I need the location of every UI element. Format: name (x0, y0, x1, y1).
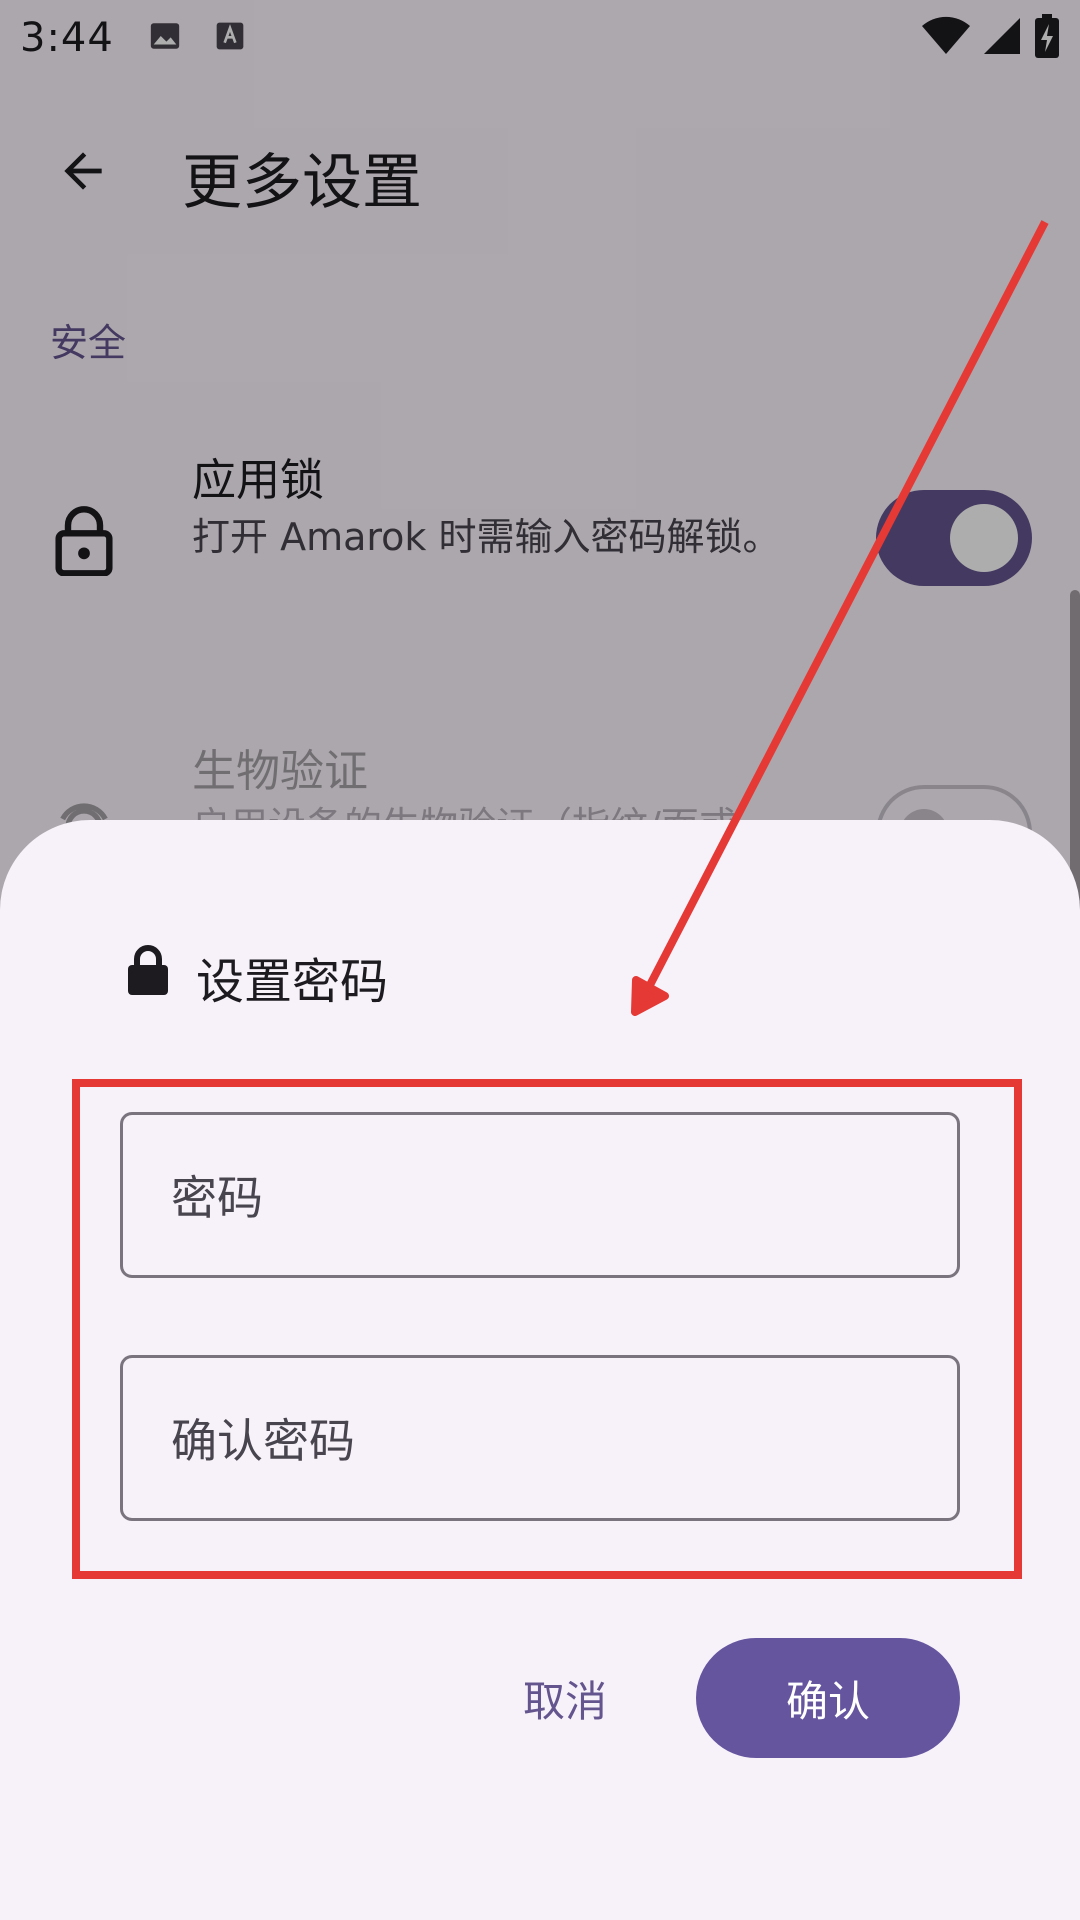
lock-icon (126, 944, 170, 1000)
cancel-button[interactable]: 取消 (480, 1638, 650, 1758)
confirm-button[interactable]: 确认 (696, 1638, 960, 1758)
screen: 3:44 更多设置 安全 应用锁 打开 Amarok 时需输入密码解锁。 生物验… (0, 0, 1080, 1920)
dialog-title: 设置密码 (196, 954, 389, 1010)
annotation-highlight-box (72, 1079, 1022, 1579)
password-bottom-sheet: 设置密码 密码 确认密码 取消 确认 (0, 820, 1080, 1920)
scrollbar[interactable] (1070, 590, 1080, 920)
